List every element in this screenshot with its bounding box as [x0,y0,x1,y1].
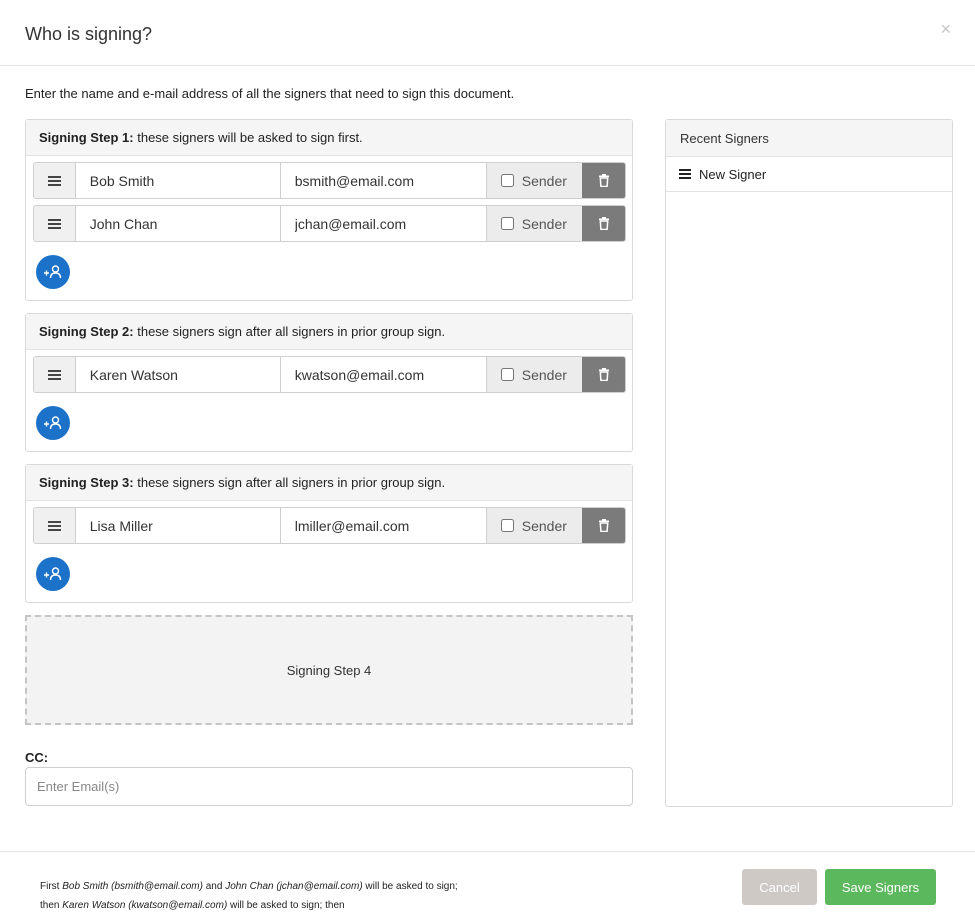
recent-signers-panel: Recent Signers New Signer [665,119,953,807]
sender-checkbox[interactable] [500,519,514,532]
hamburger-icon[interactable] [34,163,76,198]
summary-text: and [202,881,226,892]
signer-email-input[interactable] [280,357,486,392]
step-description: these signers sign after all signers in … [133,475,446,490]
cc-label: CC: [25,750,49,765]
signer-row: Sender [33,205,626,242]
add-user-icon [44,265,62,279]
summary-text: First [40,881,63,892]
sender-label: Sender [521,366,567,383]
summary-line-2: then Karen Watson (kwatson@email.com) wi… [40,896,458,915]
recent-signer-item[interactable]: New Signer [666,157,952,192]
sender-toggle[interactable]: Sender [485,508,583,543]
add-user-icon [44,567,62,581]
delete-signer-button[interactable] [582,357,625,392]
dropzone-label: Signing Step 4 [286,662,372,678]
signer-email-input[interactable] [280,163,486,198]
signer-email-input[interactable] [280,206,486,241]
save-signers-button[interactable]: Save Signers [825,869,936,905]
sender-label: Sender [521,172,567,189]
close-icon[interactable]: × [940,20,951,38]
modal-header: Who is signing? × [0,0,975,66]
trash-icon [598,519,609,532]
trash-icon [598,174,609,187]
signing-step-dropzone[interactable]: Signing Step 4 [25,615,633,725]
sender-checkbox[interactable] [500,368,514,381]
sender-label: Sender [521,517,567,534]
trash-icon [598,368,609,381]
add-signer-button[interactable] [36,255,70,289]
add-signer-button[interactable] [36,406,70,440]
cancel-button[interactable]: Cancel [742,869,817,905]
signing-steps: Signing Step 1: these signers will be as… [25,119,633,725]
trash-icon [598,217,609,230]
sender-toggle[interactable]: Sender [485,357,583,392]
modal-title: Who is signing? [25,24,153,44]
delete-signer-button[interactable] [582,508,625,543]
signing-order-summary: First Bob Smith (bsmith@email.com) and J… [40,877,458,915]
add-signer-button[interactable] [36,557,70,591]
sender-toggle[interactable]: Sender [485,206,583,241]
step-header: Signing Step 2: these signers sign after… [26,314,632,350]
signing-step-1: Signing Step 1: these signers will be as… [25,119,633,301]
modal-footer: First Bob Smith (bsmith@email.com) and J… [0,851,975,915]
sender-checkbox[interactable] [500,217,514,230]
hamburger-icon[interactable] [34,206,76,241]
signer-name-input[interactable] [75,206,281,241]
step-label: Signing Step 3: [39,475,134,490]
signer-email-input[interactable] [280,508,486,543]
sender-toggle[interactable]: Sender [485,163,583,198]
recent-signers-title: Recent Signers [666,120,952,157]
step-header: Signing Step 1: these signers will be as… [26,120,632,156]
signer-name-input[interactable] [75,357,281,392]
step-description: these signers will be asked to sign firs… [133,130,363,145]
signer-row: Sender [33,507,626,544]
summary-text: then [40,900,63,911]
summary-text: will be asked to sign; [362,881,458,892]
signer-name-input[interactable] [75,508,281,543]
sender-checkbox[interactable] [500,174,514,187]
hamburger-icon[interactable] [34,508,76,543]
summary-signer: John Chan (jchan@email.com) [225,881,363,892]
signer-name-input[interactable] [75,163,281,198]
step-label: Signing Step 2: [39,324,134,339]
step-label: Signing Step 1: [39,130,134,145]
delete-signer-button[interactable] [582,206,625,241]
delete-signer-button[interactable] [582,163,625,198]
hamburger-icon [679,169,692,179]
hamburger-icon[interactable] [34,357,76,392]
step-description: these signers sign after all signers in … [133,324,446,339]
summary-signer: Bob Smith (bsmith@email.com) [62,881,203,892]
add-user-icon [44,416,62,430]
summary-text: will be asked to sign; then [227,900,345,911]
intro-text: Enter the name and e-mail address of all… [25,86,515,101]
step-header: Signing Step 3: these signers sign after… [26,465,632,501]
signing-step-2: Signing Step 2: these signers sign after… [25,313,633,452]
sender-label: Sender [521,215,567,232]
cc-email-input[interactable] [25,767,633,806]
summary-signer: Karen Watson (kwatson@email.com) [62,900,228,911]
recent-signer-label: New Signer [699,166,767,182]
signer-row: Sender [33,356,626,393]
summary-line-1: First Bob Smith (bsmith@email.com) and J… [40,877,458,896]
signing-step-3: Signing Step 3: these signers sign after… [25,464,633,603]
signer-row: Sender [33,162,626,199]
